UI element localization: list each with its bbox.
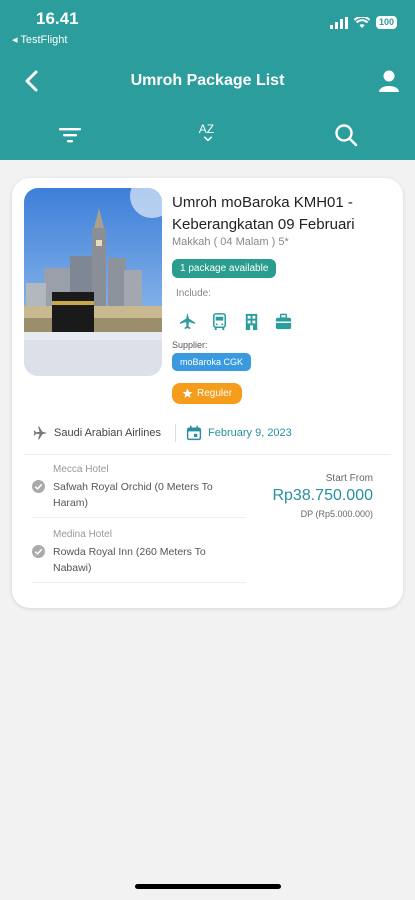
class-badge-label: Reguler	[197, 388, 233, 399]
class-badge: Reguler	[172, 383, 243, 404]
plane-icon	[179, 312, 196, 330]
hotel-name: Safwah Royal Orchid (0 Meters To Haram)	[53, 481, 213, 509]
hotel-icon	[245, 313, 258, 331]
package-title: Umroh moBaroka KMH01 - Keberangkatan 09 …	[172, 194, 355, 233]
supplier-badge: moBaroka CGK	[172, 353, 252, 371]
kaaba-photo	[24, 188, 162, 376]
hotel-label: Medina Hotel	[53, 529, 112, 540]
down-payment: DP (Rp5.000.000)	[300, 509, 373, 519]
airplane-icon	[33, 426, 48, 440]
include-icons	[178, 312, 293, 331]
section-divider	[24, 454, 391, 455]
status-icons: 100	[329, 16, 397, 29]
hotel-name: Rowda Royal Inn (260 Meters To Nabawi)	[53, 546, 206, 574]
wifi-icon	[353, 16, 370, 28]
price-label: Start From	[325, 473, 373, 484]
include-label: Include:	[176, 288, 212, 299]
package-subtitle: Makkah ( 04 Malam ) 5*	[172, 236, 289, 248]
profile-icon[interactable]	[377, 68, 401, 94]
package-card[interactable]: Umroh moBaroka KMH01 - Keberangkatan 09 …	[12, 178, 403, 608]
airline-name: Saudi Arabian Airlines	[54, 427, 162, 439]
supplier-label: Supplier:	[172, 340, 208, 350]
signal-icon	[329, 16, 348, 29]
vertical-divider	[175, 424, 177, 442]
check-circle-icon	[32, 480, 45, 493]
home-indicator[interactable]	[135, 884, 281, 889]
hotel-medina: Medina Hotel Rowda Royal Inn (260 Meters…	[32, 529, 246, 583]
availability-badge: 1 package available	[172, 259, 277, 278]
flight-info-row: Saudi Arabian Airlines February 9, 2023	[32, 424, 292, 442]
page-title: Umroh Package List	[130, 72, 285, 89]
bus-icon	[213, 313, 226, 331]
app-header: 16.41 ◂ TestFlight 100 Umroh Package Lis…	[0, 0, 415, 160]
testflight-back-link[interactable]: ◂ TestFlight	[12, 33, 67, 46]
hotel-mecca: Mecca Hotel Safwah Royal Orchid (0 Meter…	[32, 464, 246, 518]
search-icon[interactable]	[333, 122, 359, 148]
status-time: 16.41	[36, 9, 79, 28]
luggage-icon	[275, 313, 292, 330]
calendar-icon	[186, 425, 202, 441]
check-circle-icon	[32, 545, 45, 558]
star-icon	[182, 388, 193, 398]
sort-az-icon[interactable]: AZ	[195, 120, 221, 146]
departure-date: February 9, 2023	[208, 427, 292, 439]
hotel-label: Mecca Hotel	[53, 464, 109, 475]
price-box: Start From Rp38.750.000 DP (Rp5.000.000)	[272, 473, 373, 519]
sort-label: AZ	[199, 122, 214, 136]
battery-icon: 100	[375, 16, 397, 29]
filter-icon[interactable]	[57, 122, 83, 148]
package-price: Rp38.750.000	[272, 487, 373, 504]
